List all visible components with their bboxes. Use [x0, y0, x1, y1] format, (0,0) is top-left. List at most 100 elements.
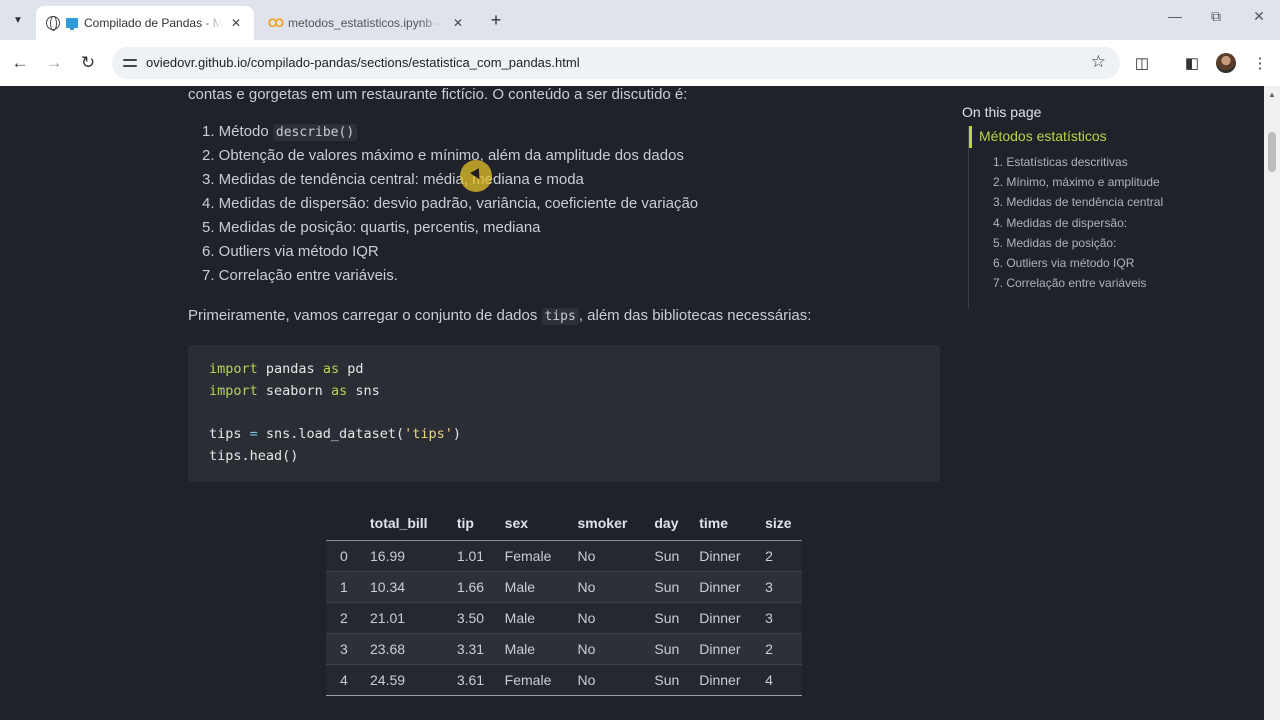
toc-link[interactable]: 2. Mínimo, máximo e amplitude: [993, 174, 1163, 194]
kebab-menu-icon[interactable]: ⋮: [1249, 52, 1271, 74]
address-bar[interactable]: oviedovr.github.io/compilado-pandas/sect…: [112, 47, 1120, 79]
load-paragraph: Primeiramente, vamos carregar o conjunto…: [188, 307, 811, 325]
list-item: 5. Medidas de posição: quartis, percenti…: [202, 219, 541, 236]
code-keyword: as: [330, 383, 348, 399]
restore-icon: ⧉: [1211, 8, 1221, 24]
plus-icon: +: [490, 9, 502, 30]
chevron-down-icon: ▼: [13, 14, 23, 26]
code-operator: =: [249, 426, 258, 442]
scrollbar-thumb[interactable]: [1268, 132, 1276, 172]
code-text: pd: [339, 361, 364, 377]
close-icon[interactable]: ✕: [450, 15, 466, 31]
table-row: 4 24.59 3.61 Female No Sun Dinner 4: [326, 664, 802, 696]
code-line: import pandas as pd: [209, 359, 940, 381]
code-text: seaborn: [257, 383, 331, 399]
table-cell: Sun: [644, 571, 690, 603]
code-text: pandas: [257, 361, 323, 377]
url-text[interactable]: oviedovr.github.io/compilado-pandas/sect…: [146, 55, 580, 70]
table-cell: Male: [494, 633, 568, 665]
table-cell: Dinner: [689, 664, 756, 696]
table-row: 2 21.01 3.50 Male No Sun Dinner 3: [326, 602, 802, 634]
tab-search-button[interactable]: ▼: [6, 8, 30, 32]
table-cell: No: [567, 633, 645, 665]
page-scrollbar[interactable]: ▲: [1264, 86, 1280, 720]
reload-button[interactable]: ↻: [76, 51, 100, 75]
list-item: 6. Outliers via método IQR: [202, 243, 379, 260]
column-header: [326, 507, 360, 541]
column-header: total_bill: [360, 507, 447, 541]
minimize-button[interactable]: —: [1163, 8, 1187, 24]
column-header: time: [689, 507, 756, 541]
monitor-favicon-icon: [66, 18, 78, 30]
star-icon[interactable]: ☆: [1091, 52, 1106, 72]
code-keyword: as: [322, 361, 340, 377]
toc-title: On this page: [962, 104, 1042, 120]
profile-button[interactable]: [1215, 52, 1237, 74]
table-cell: Sun: [644, 540, 690, 572]
back-button[interactable]: ←: [8, 51, 32, 75]
table-cell: No: [567, 664, 645, 696]
toc-link[interactable]: 5. Medidas de posição:: [993, 235, 1163, 255]
table-cell: No: [567, 571, 645, 603]
arrow-left-icon: ←: [11, 53, 29, 72]
page-content: contas e gorgetas em um restaurante fict…: [0, 86, 1280, 720]
table-cell: Dinner: [689, 602, 756, 634]
toc-link-metodos-estatisticos[interactable]: Métodos estatísticos: [979, 128, 1107, 144]
column-header: sex: [494, 507, 568, 541]
arrow-right-icon: →: [45, 53, 63, 72]
side-panel-icon[interactable]: ◧: [1181, 52, 1203, 74]
table-cell: 0: [326, 540, 360, 572]
intro-paragraph: contas e gorgetas em um restaurante fict…: [188, 86, 688, 103]
close-icon[interactable]: ✕: [228, 15, 244, 31]
toc-link[interactable]: 4. Medidas de dispersão:: [993, 215, 1163, 235]
column-header: smoker: [567, 507, 645, 541]
toc-link[interactable]: 7. Correlação entre variáveis: [993, 275, 1163, 295]
code-line: tips = sns.load_dataset('tips'): [209, 424, 940, 446]
tab-colab-notebook[interactable]: CO metodos_estatisticos.ipynb - Co ✕: [258, 6, 476, 40]
list-item: 7. Correlação entre variáveis.: [202, 267, 398, 284]
table-cell: 1.66: [446, 571, 495, 603]
restore-button[interactable]: ⧉: [1204, 8, 1228, 25]
puzzle-icon[interactable]: ◫: [1131, 52, 1153, 74]
table-cell: Female: [494, 664, 568, 696]
table-cell: 23.68: [360, 633, 447, 665]
forward-button[interactable]: →: [42, 51, 66, 75]
tab-compilado-pandas[interactable]: Compilado de Pandas - Ma ✕: [36, 6, 254, 40]
toc-link[interactable]: 3. Medidas de tendência central: [993, 194, 1163, 214]
code-block[interactable]: import pandas as pd import seaborn as sn…: [188, 345, 940, 482]
code-line: tips.head(): [209, 448, 299, 464]
toc-link[interactable]: 6. Outliers via método IQR: [993, 255, 1163, 275]
table-cell: No: [567, 602, 645, 634]
table-cell: Male: [494, 602, 568, 634]
on-this-page-nav: On this page Métodos estatísticos 1. Est…: [962, 104, 1222, 308]
table-cell: Sun: [644, 664, 690, 696]
tune-icon[interactable]: [122, 55, 138, 71]
list-item: 1. Método describe(): [202, 122, 698, 146]
new-tab-button[interactable]: +: [486, 10, 506, 30]
paragraph-text: Primeiramente, vamos carregar o conjunto…: [188, 307, 542, 324]
toc-sublist: 1. Estatísticas descritivas 2. Mínimo, m…: [993, 154, 1163, 295]
toc-link[interactable]: 1. Estatísticas descritivas: [993, 154, 1163, 174]
table-cell: Dinner: [689, 540, 756, 572]
table-cell: 2: [755, 540, 802, 572]
code-keyword: import: [209, 383, 258, 399]
table-header-row: total_bill tip sex smoker day time size: [326, 507, 802, 541]
table-cell: Dinner: [689, 571, 756, 603]
code-keyword: import: [209, 361, 258, 377]
mouse-cursor-highlight: [460, 160, 492, 192]
code-line: import seaborn as sns: [209, 381, 940, 403]
globe-icon: [46, 16, 60, 31]
column-header: tip: [446, 507, 495, 541]
table-cell: 2: [755, 633, 802, 665]
code-text: sns.load_dataset(: [257, 426, 405, 442]
table-cell: 3: [755, 602, 802, 634]
table-row: 3 23.68 3.31 Male No Sun Dinner 2: [326, 633, 802, 665]
table-cell: 4: [755, 664, 802, 696]
tab-title: metodos_estatisticos.ipynb - Co: [288, 16, 444, 30]
avatar: [1216, 53, 1236, 73]
table-cell: 1: [326, 571, 360, 603]
scroll-up-icon[interactable]: ▲: [1268, 90, 1276, 99]
close-window-button[interactable]: ✕: [1247, 8, 1271, 25]
table-cell: No: [567, 540, 645, 572]
